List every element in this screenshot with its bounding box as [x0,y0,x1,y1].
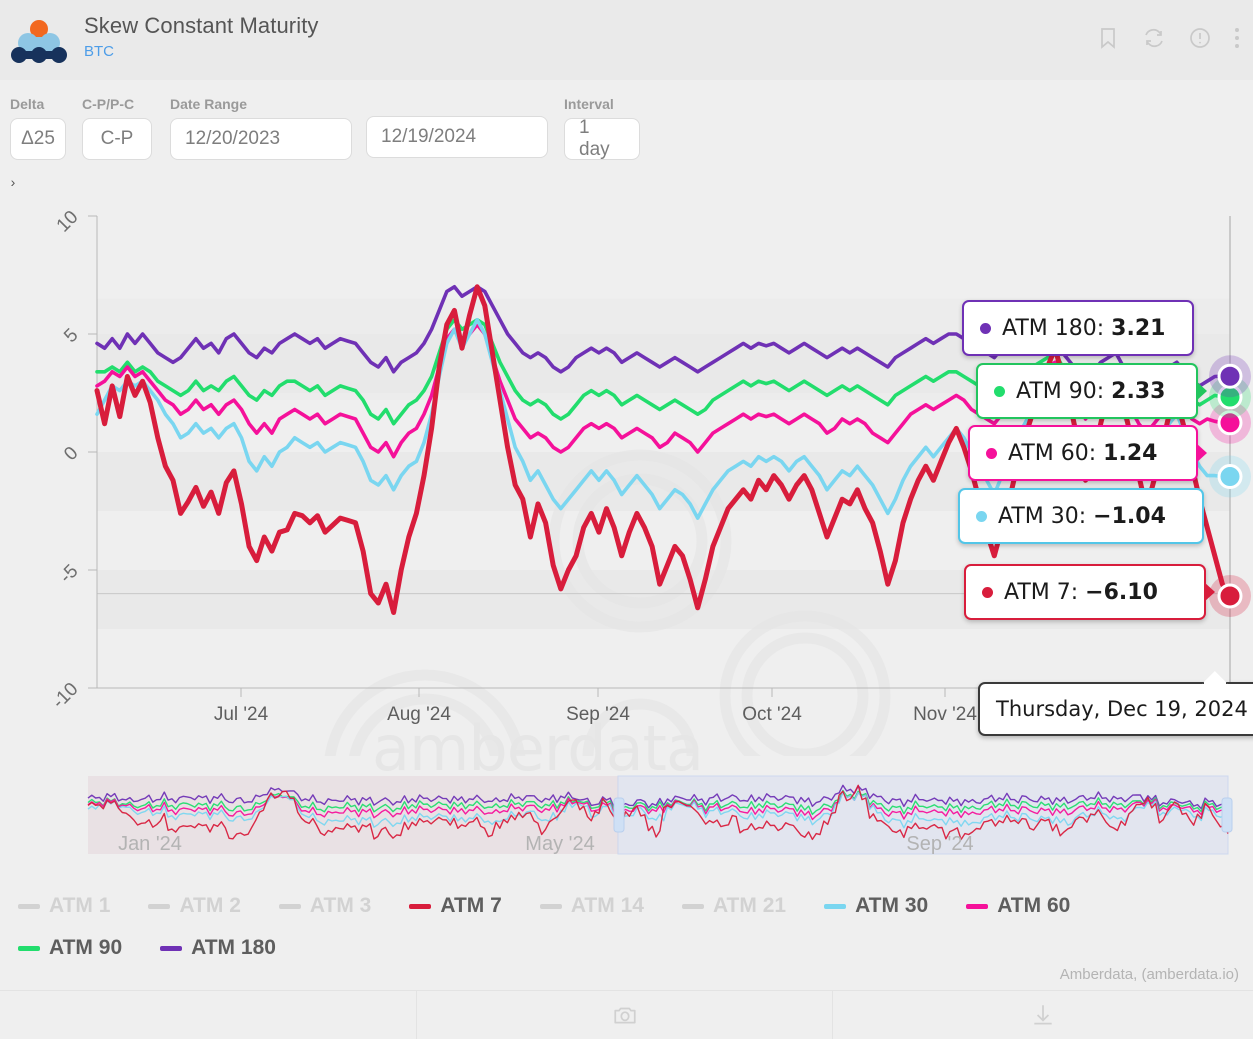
legend-swatch-icon [18,946,40,951]
chart-canvas: 1050-5-10Jul '24Aug '24Sep '24Oct '24Nov… [0,196,1253,756]
legend-swatch-icon [824,904,846,909]
legend-item-atm-180[interactable]: ATM 180 [160,932,276,964]
cp-label: C-P/P-C [82,96,152,112]
start-date-input[interactable]: 12/20/2023 [170,118,352,160]
hover-marker-atm-30 [1209,456,1251,498]
screenshot-button[interactable] [417,991,832,1039]
y-axis-tick: -5 [56,561,83,588]
amberdata-logo-icon [10,18,68,64]
chart-legend: ATM 1 ATM 2 ATM 3 ATM 7 ATM 14 ATM 21 ATM 30 AT… [18,890,1238,964]
controls-bar: Delta Δ25 C-P/P-C C-P Date Range 12/20/2… [0,80,1253,172]
interval-select[interactable]: 1 day [564,118,640,160]
camera-icon [612,1002,638,1028]
legend-item-atm-14[interactable]: ATM 14 [540,890,644,922]
legend-label: ATM 21 [713,894,786,918]
main-chart[interactable]: 1050-5-10Jul '24Aug '24Sep '24Oct '24Nov… [0,196,1253,756]
asset-symbol[interactable]: BTC [84,42,319,62]
attribution-text: Amberdata, (amberdata.io) [1060,966,1239,983]
header-actions [1096,26,1239,50]
legend-swatch-icon [279,904,301,909]
delta-select[interactable]: Δ25 [10,118,66,160]
legend-label: ATM 3 [310,894,371,918]
delta-control: Delta Δ25 [10,96,66,160]
legend-label: ATM 30 [855,894,928,918]
legend-swatch-icon [18,904,40,909]
legend-item-atm-7[interactable]: ATM 7 [409,890,501,922]
navigator-handle-left[interactable] [614,798,624,832]
legend-label: ATM 90 [49,936,122,960]
hover-marker-atm-7 [1209,575,1251,617]
legend-label: ATM 180 [191,936,276,960]
navigator-x-tick: Jan '24 [118,833,182,855]
header-titles: Skew Constant Maturity BTC [84,12,319,62]
page-title: Skew Constant Maturity [84,12,319,40]
navigator-canvas[interactable]: Jan '24 May '24 Sep '24 [0,760,1253,878]
legend-swatch-icon [966,904,988,909]
navigator-x-tick: Sep '24 [906,833,973,855]
y-axis-tick: 10 [53,207,83,237]
delta-label: Delta [10,96,66,112]
legend-item-atm-21[interactable]: ATM 21 [682,890,786,922]
navigator-handle-right[interactable] [1222,798,1232,832]
legend-swatch-icon [160,946,182,951]
y-axis-tick: 0 [60,443,82,465]
x-axis-tick: Nov '24 [913,704,977,725]
cp-select[interactable]: C-P [82,118,152,160]
legend-item-atm-3[interactable]: ATM 3 [279,890,371,922]
sidebar-expander-chevron-icon[interactable]: › [4,172,22,192]
kebab-menu-icon[interactable] [1234,26,1239,50]
legend-item-atm-30[interactable]: ATM 30 [824,890,928,922]
legend-item-atm-90[interactable]: ATM 90 [18,932,122,964]
navigator-x-tick: May '24 [525,833,594,855]
end-date-control: 12/19/2024 [366,116,548,158]
interval-control: Interval 1 day [564,96,640,160]
bookmark-icon[interactable] [1096,26,1120,50]
x-axis-tick: Oct '24 [742,704,802,725]
hover-marker-atm-180 [1209,355,1251,397]
legend-item-atm-1[interactable]: ATM 1 [18,890,110,922]
refresh-icon[interactable] [1142,26,1166,50]
app-header: Skew Constant Maturity BTC [0,0,1253,81]
y-axis-tick: 5 [60,325,82,347]
legend-swatch-icon [148,904,170,909]
legend-label: ATM 1 [49,894,110,918]
legend-items: ATM 1 ATM 2 ATM 3 ATM 7 ATM 14 ATM 21 ATM 30 AT… [18,890,1238,964]
download-button[interactable] [833,991,1253,1039]
chart-app-window: Skew Constant Maturity BTC Delta Δ25 C-P… [0,0,1253,1039]
chart-navigator[interactable]: Jan '24 May '24 Sep '24 [0,760,1253,878]
end-date-input[interactable]: 12/19/2024 [366,116,548,158]
alert-circle-icon[interactable] [1188,26,1212,50]
legend-item-atm-60[interactable]: ATM 60 [966,890,1070,922]
legend-label: ATM 60 [997,894,1070,918]
legend-swatch-icon [409,904,431,909]
legend-label: ATM 2 [179,894,240,918]
legend-swatch-icon [540,904,562,909]
date-range-control: Date Range 12/20/2023 [170,96,352,160]
legend-label: ATM 7 [440,894,501,918]
legend-item-atm-2[interactable]: ATM 2 [148,890,240,922]
date-range-label: Date Range [170,96,352,112]
legend-swatch-icon [682,904,704,909]
x-axis-tick: Jul '24 [214,704,269,725]
legend-label: ATM 14 [571,894,644,918]
cp-control: C-P/P-C C-P [82,96,152,160]
y-axis-tick: -10 [48,679,82,713]
download-icon [1030,1002,1056,1028]
toolbar-left-spacer [0,991,416,1039]
interval-label: Interval [564,96,640,112]
bottom-toolbar [0,990,1253,1039]
